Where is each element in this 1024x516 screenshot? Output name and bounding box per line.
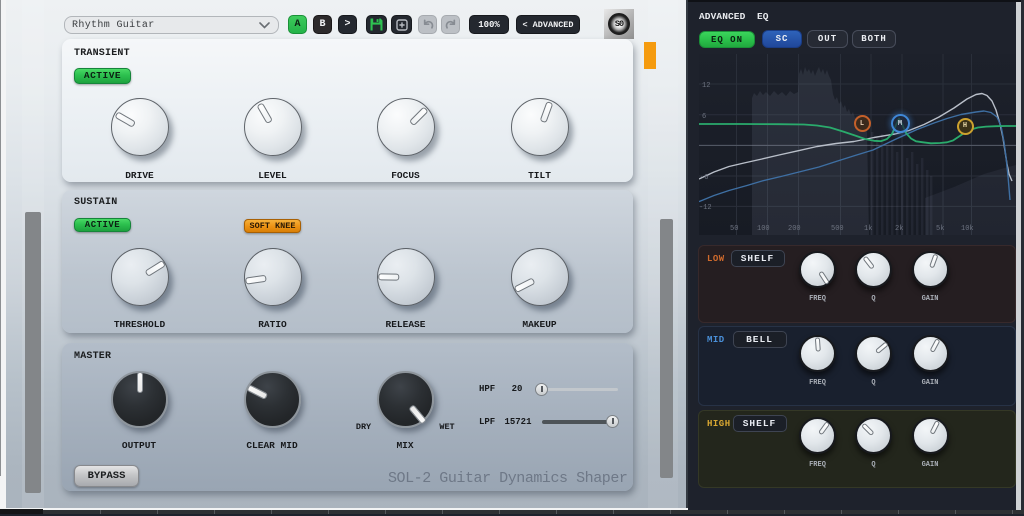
svg-text:50: 50 bbox=[730, 225, 738, 233]
svg-text:500: 500 bbox=[831, 225, 844, 233]
svg-text:1k: 1k bbox=[864, 225, 872, 233]
svg-text:200: 200 bbox=[788, 225, 801, 233]
svg-text:100: 100 bbox=[757, 225, 770, 233]
svg-text:2k: 2k bbox=[895, 225, 903, 233]
svg-text:10k: 10k bbox=[961, 225, 974, 233]
svg-text:6: 6 bbox=[702, 113, 706, 121]
svg-text:-12: -12 bbox=[699, 204, 712, 212]
svg-text:5k: 5k bbox=[936, 225, 944, 233]
svg-text:12: 12 bbox=[702, 82, 710, 90]
svg-text:-6: -6 bbox=[700, 174, 708, 182]
